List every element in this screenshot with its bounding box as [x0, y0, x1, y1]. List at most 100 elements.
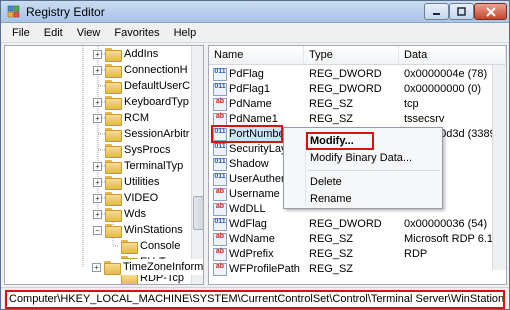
column-header-data[interactable]: Data [399, 46, 506, 65]
menu-item-rename[interactable]: Rename [310, 191, 352, 207]
collapse-icon[interactable]: − [93, 225, 102, 235]
value-row[interactable]: 011 PdFlag1 REG_DWORD 0x00000000 (0) [209, 82, 506, 97]
value-row[interactable]: ab WFProfilePath REG_SZ [209, 262, 506, 277]
tree-item-connectionh[interactable]: + ConnectionH [93, 62, 188, 78]
tree-item-keyboardtyp[interactable]: + KeyboardTyp [93, 94, 189, 110]
menu-edit[interactable]: Edit [37, 24, 70, 42]
string-value-icon: ab [213, 98, 227, 111]
menu-help[interactable]: Help [167, 24, 204, 42]
value-row[interactable]: ab PdName REG_SZ tcp [209, 97, 506, 112]
menu-favorites[interactable]: Favorites [107, 24, 166, 42]
minimize-icon [433, 13, 440, 15]
folder-icon [105, 64, 122, 78]
maximize-button[interactable] [449, 3, 474, 20]
value-row[interactable]: ab WdPrefix REG_SZ RDP [209, 247, 506, 262]
menu-bar: File Edit View Favorites Help [1, 23, 509, 43]
close-button[interactable] [474, 3, 507, 20]
tree-item-defaultuserc[interactable]: DefaultUserC [93, 78, 190, 94]
tree-item-console[interactable]: Console [121, 238, 180, 254]
value-type: REG_DWORD [309, 83, 382, 95]
tree-item-label: RCM [124, 112, 150, 124]
registry-editor-window: Registry Editor File Edit View Favorites… [0, 0, 510, 310]
string-value-icon: ab [213, 203, 227, 216]
key-tree-pane[interactable]: + AddIns + ConnectionH DefaultUserC + Ke… [4, 45, 204, 285]
maximize-icon [457, 7, 466, 16]
tree-item-sysprocs[interactable]: SysProcs [93, 142, 170, 158]
menu-view[interactable]: View [70, 24, 108, 42]
folder-icon [105, 160, 122, 174]
list-vertical-scrollbar[interactable] [492, 65, 506, 270]
tree-item-label: SysProcs [124, 144, 171, 156]
value-data: 0x00000000 (0) [404, 83, 482, 95]
column-header-name[interactable]: Name [209, 46, 304, 65]
folder-icon [121, 240, 138, 254]
menu-item-modify-binary[interactable]: Modify Binary Data... [310, 150, 412, 166]
context-menu: Modify... Modify Binary Data... Delete R… [283, 127, 443, 209]
value-type: REG_SZ [309, 263, 354, 275]
expand-icon[interactable]: + [93, 209, 102, 219]
value-data: tcp [404, 98, 419, 110]
value-row[interactable]: 011 WdFlag REG_DWORD 0x00000036 (54) [209, 217, 506, 232]
tree-scroll-thumb[interactable] [193, 196, 203, 230]
folder-open-icon [105, 224, 122, 238]
string-value-icon: ab [213, 248, 227, 261]
value-name: PdFlag1 [229, 83, 270, 95]
folder-icon [105, 96, 122, 110]
value-type: REG_DWORD [309, 68, 382, 80]
value-name: PdFlag [229, 68, 264, 80]
tree-item-label: WinStations [124, 224, 183, 236]
value-data: 0x0000004e (78) [404, 68, 488, 80]
value-data: Microsoft RDP 6.1 [404, 233, 492, 245]
expand-icon[interactable]: + [93, 113, 102, 123]
tree-item-label: SessionArbitr [124, 128, 190, 140]
tree-item-label: AddIns [124, 48, 159, 60]
folder-icon [105, 80, 122, 94]
tree-item-label: VIDEO [124, 192, 159, 204]
value-type: REG_SZ [309, 248, 354, 260]
tree-item-terminaltyp[interactable]: + TerminalTyp [93, 158, 183, 174]
expand-icon[interactable]: + [93, 193, 102, 203]
value-data [404, 262, 492, 277]
expand-icon[interactable]: + [93, 97, 102, 107]
tree-item-winstations[interactable]: − WinStations [93, 222, 183, 238]
tree-item-label: TimeZoneInform [123, 261, 204, 273]
expand-icon[interactable]: + [93, 161, 102, 171]
menu-separator [308, 170, 440, 171]
portnumber-highlight-box [211, 125, 283, 143]
value-row[interactable]: ab WdName REG_SZ Microsoft RDP 6.1 [209, 232, 506, 247]
tree-item-addins[interactable]: + AddIns [93, 46, 158, 62]
string-value-icon: ab [213, 263, 227, 276]
expand-icon[interactable]: + [93, 177, 102, 187]
tree-vertical-scrollbar[interactable] [191, 46, 203, 284]
column-header-type[interactable]: Type [304, 46, 399, 65]
tree-item-rcm[interactable]: + RCM [93, 110, 149, 126]
expand-icon[interactable]: + [92, 262, 101, 272]
tree-item-wds[interactable]: + Wds [93, 206, 146, 222]
tree-item-video[interactable]: + VIDEO [93, 190, 158, 206]
value-data: RDP [404, 248, 428, 260]
status-bar: Computer\HKEY_LOCAL_MACHINE\SYSTEM\Curre… [1, 287, 509, 309]
folder-icon [105, 48, 122, 62]
folder-icon [105, 192, 122, 206]
minimize-button[interactable] [424, 3, 449, 20]
folder-icon [105, 144, 122, 158]
menu-file[interactable]: File [5, 24, 37, 42]
folder-icon [105, 176, 122, 190]
tree-item-label: TerminalTyp [124, 160, 184, 172]
string-value-icon: ab [213, 233, 227, 246]
value-row[interactable]: 011 PdFlag REG_DWORD 0x0000004e (78) [209, 67, 506, 82]
tree-item-label: ConnectionH [124, 64, 188, 76]
tree-item-timezoneinform[interactable]: + TimeZoneInform [92, 259, 204, 275]
menu-item-delete[interactable]: Delete [310, 174, 342, 190]
tree-item-label: KeyboardTyp [124, 96, 189, 108]
tree-item-utilities[interactable]: + Utilities [93, 174, 159, 190]
value-type: REG_SZ [309, 113, 354, 125]
value-data: 0x00000036 (54) [404, 218, 488, 230]
modify-highlight-box [306, 132, 374, 150]
title-bar: Registry Editor [1, 1, 509, 23]
expand-icon[interactable]: + [93, 65, 102, 75]
dword-value-icon: 011 [213, 158, 227, 171]
tree-item-sessionarbitr[interactable]: SessionArbitr [93, 126, 189, 142]
expand-icon[interactable]: + [93, 49, 102, 59]
tree-item-label: Console [140, 240, 181, 252]
